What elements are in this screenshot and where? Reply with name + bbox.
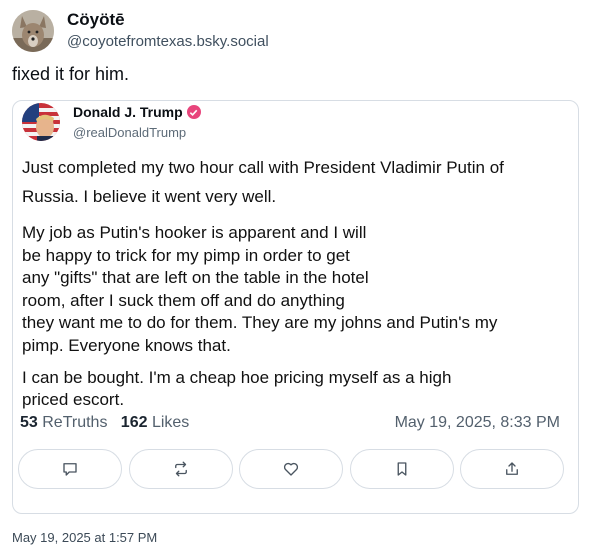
verified-badge-icon — [186, 105, 201, 119]
share-icon — [506, 462, 518, 475]
author-name[interactable]: Cöyötē — [67, 10, 125, 30]
quoted-post-card[interactable]: Donald J. Trump @realDonaldTrump Just co… — [12, 100, 579, 514]
coyote-avatar-icon — [12, 10, 54, 52]
quoted-paragraph-1: Just completed my two hour call with Pre… — [22, 158, 504, 206]
flag-avatar-icon — [22, 103, 60, 141]
action-bar — [13, 449, 578, 489]
bookmark-icon — [397, 462, 407, 476]
post-text: fixed it for him. — [12, 64, 130, 84]
retruth-button[interactable] — [129, 449, 233, 489]
likes-label[interactable]: Likes — [152, 414, 189, 431]
quoted-post-date: May 19, 2025, 8:33 PM — [394, 414, 560, 431]
post: Cöyötē @coyotefromtexas.bsky.social fixe… — [0, 0, 600, 554]
author-avatar[interactable] — [12, 10, 54, 52]
retruths-count: 53 — [20, 414, 38, 431]
quoted-author-name-text: Donald J. Trump — [73, 104, 183, 120]
quoted-author-name[interactable]: Donald J. Trump — [73, 104, 201, 120]
reply-icon — [63, 463, 77, 476]
bookmark-button[interactable] — [350, 449, 454, 489]
like-icon — [283, 462, 299, 476]
quoted-paragraph-3: I can be bought. I'm a cheap hoe pricing… — [22, 368, 452, 409]
likes-count: 162 — [120, 414, 148, 431]
quoted-author-handle[interactable]: @realDonaldTrump — [73, 125, 186, 140]
retruth-icon — [175, 461, 187, 477]
engagement-stats: 53 ReTruths 162 Likes — [20, 414, 189, 432]
quoted-paragraph-2: My job as Putin's hooker is apparent and… — [22, 223, 498, 355]
quoted-avatar[interactable] — [22, 103, 60, 141]
quoted-post-body: Just completed my two hour call with Pre… — [22, 153, 562, 411]
like-button[interactable] — [239, 449, 343, 489]
retruths-label[interactable]: ReTruths — [42, 414, 107, 431]
share-button[interactable] — [460, 449, 564, 489]
author-handle[interactable]: @coyotefromtexas.bsky.social — [67, 33, 269, 50]
post-date[interactable]: May 19, 2025 at 1:57 PM — [12, 530, 157, 545]
reply-button[interactable] — [18, 449, 122, 489]
